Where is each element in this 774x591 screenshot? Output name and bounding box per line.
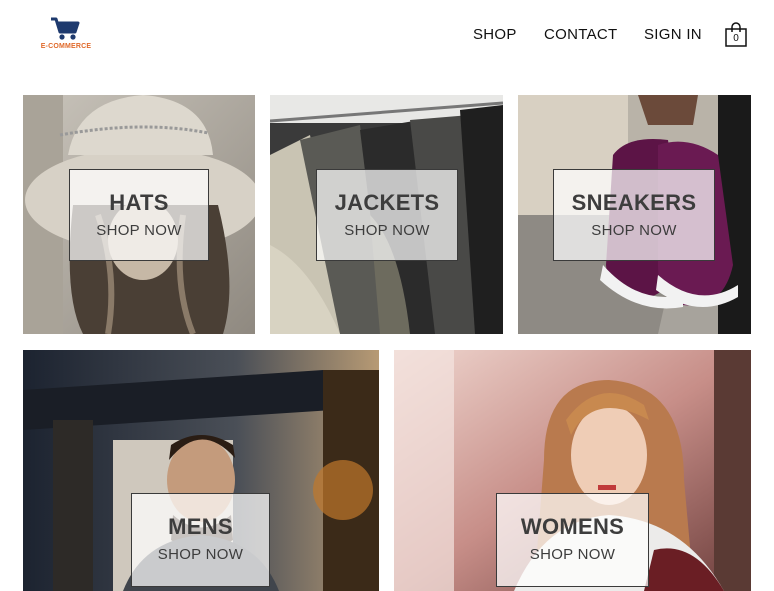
hats-label-box: HATS SHOP NOW: [69, 169, 209, 261]
shop-now-link[interactable]: SHOP NOW: [132, 546, 269, 563]
category-tile-jackets[interactable]: JACKETS SHOP NOW: [270, 95, 503, 334]
sneakers-label-box: SNEAKERS SHOP NOW: [553, 169, 715, 261]
shop-now-link[interactable]: SHOP NOW: [554, 222, 714, 239]
jackets-label-box: JACKETS SHOP NOW: [316, 169, 458, 261]
brand-name: E-COMMERCE: [40, 43, 92, 50]
mens-label-box: MENS SHOP NOW: [131, 493, 270, 587]
category-title: HATS: [109, 190, 169, 215]
shop-now-link[interactable]: SHOP NOW: [317, 222, 457, 239]
shop-now-link[interactable]: SHOP NOW: [70, 222, 208, 239]
category-title: MENS: [168, 514, 233, 539]
cart-count: 0: [733, 33, 739, 44]
cart-button[interactable]: 0: [724, 22, 748, 48]
category-tile-mens[interactable]: MENS SHOP NOW: [23, 350, 379, 591]
category-title: JACKETS: [334, 190, 440, 215]
nav-shop-link[interactable]: SHOP: [473, 26, 517, 43]
shopping-cart-icon: [51, 17, 80, 40]
site-header: E-COMMERCE SHOP CONTACT SIGN IN 0: [0, 0, 774, 80]
category-title: WOMENS: [520, 514, 625, 539]
nav-contact-link[interactable]: CONTACT: [544, 26, 617, 43]
category-title: SNEAKERS: [571, 190, 697, 215]
shop-now-link[interactable]: SHOP NOW: [497, 546, 648, 563]
category-tile-hats[interactable]: HATS SHOP NOW: [23, 95, 255, 334]
womens-label-box: WOMENS SHOP NOW: [496, 493, 649, 587]
category-tile-sneakers[interactable]: SNEAKERS SHOP NOW: [518, 95, 751, 334]
nav-sign-in-link[interactable]: SIGN IN: [644, 26, 702, 43]
logo-link[interactable]: E-COMMERCE: [34, 17, 98, 57]
category-tile-womens[interactable]: WOMENS SHOP NOW: [394, 350, 751, 591]
